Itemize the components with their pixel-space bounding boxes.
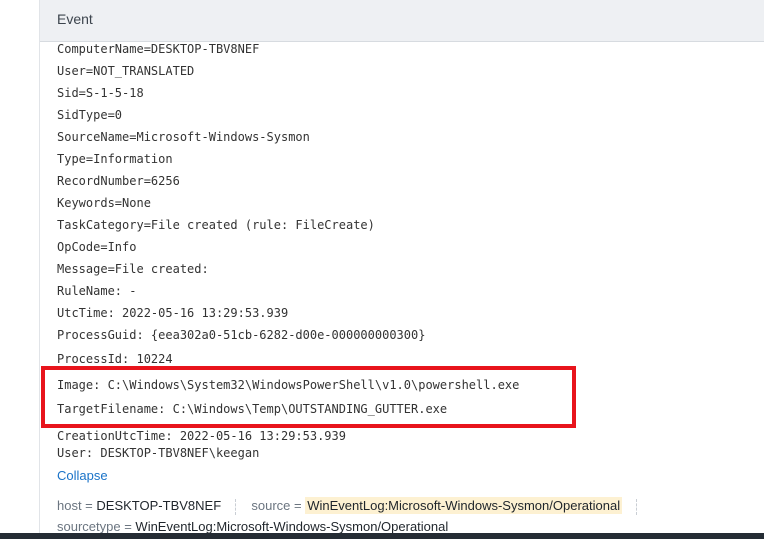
event-line: SidType=0 [57,108,123,122]
target-filename-line: TargetFilename: C:\Windows\Temp\OUTSTAND… [57,402,448,416]
host-value[interactable]: DESKTOP-TBV8NEF [96,498,221,513]
event-line: TaskCategory=File created (rule: FileCre… [57,218,375,232]
event-line: Sid=S-1-5-18 [57,86,144,100]
event-line: User: DESKTOP-TBV8NEF\keegan [57,446,260,460]
host-key: host = [57,498,93,513]
image-path-line: Image: C:\Windows\System32\WindowsPowerS… [57,378,520,392]
event-line: ProcessGuid: {eea302a0-51cb-6282-d00e-00… [57,328,426,342]
row-gutter [0,0,40,539]
sourcetype-key: sourcetype = [57,519,132,534]
field-row: sourcetype = WinEventLog:Microsoft-Windo… [57,519,448,534]
field-row: host = DESKTOP-TBV8NEF source = WinEvent… [57,497,649,515]
event-line: RuleName: - [57,284,137,298]
field-separator [635,498,637,515]
table-header: Event [40,0,764,42]
sourcetype-value[interactable]: WinEventLog:Microsoft-Windows-Sysmon/Ope… [135,519,448,534]
event-column-header[interactable]: Event [57,11,93,27]
event-line: ComputerName=DESKTOP-TBV8NEF [57,42,260,56]
event-line: SourceName=Microsoft-Windows-Sysmon [57,130,310,144]
event-line: UtcTime: 2022-05-16 13:29:53.939 [57,306,289,320]
event-line: Message=File created: [57,262,209,276]
collapse-link[interactable]: Collapse [57,468,108,483]
event-line: Keywords=None [57,196,151,210]
event-line: User=NOT_TRANSLATED [57,64,195,78]
event-line: Type=Information [57,152,173,166]
event-viewer-panel: Event ComputerName=DESKTOP-TBV8NEF User=… [0,0,764,539]
field-separator [234,498,236,515]
source-key: source = [251,498,302,513]
event-line: OpCode=Info [57,240,137,254]
bottom-bar [0,533,764,539]
source-value[interactable]: WinEventLog:Microsoft-Windows-Sysmon/Ope… [305,497,623,514]
event-line: RecordNumber=6256 [57,174,180,188]
